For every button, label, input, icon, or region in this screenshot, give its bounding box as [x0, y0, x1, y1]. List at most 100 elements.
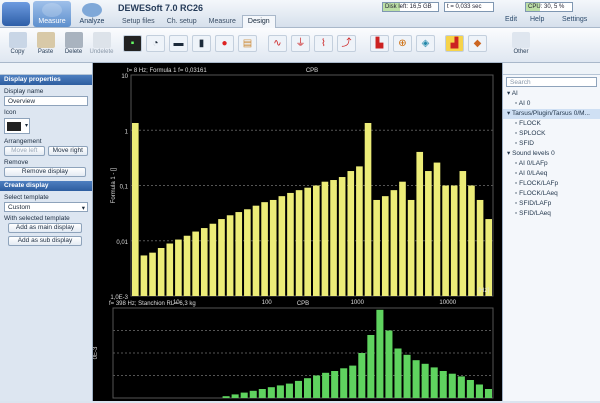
cpb-bar — [407, 199, 415, 296]
cpb-bar — [285, 383, 293, 398]
tree-item[interactable]: ▫ AI 0/LAeq — [503, 169, 600, 179]
tree-item[interactable]: ▫ AI 0 — [503, 99, 600, 109]
x-unit-label: [Hz] — [478, 288, 489, 294]
tree-group[interactable]: ▾ Tarsus/Plugin/Tarsus 0/M... — [503, 109, 600, 119]
xy-recorder-icon[interactable]: ⤴ — [337, 35, 356, 52]
move-right-button[interactable]: Move right — [47, 146, 88, 156]
cpb-bar — [403, 354, 411, 398]
cpb-bar — [149, 252, 156, 296]
cpb-bar — [433, 162, 441, 296]
cpb-display[interactable]: CPB t= 8 Hz; Formula 1 f= 0,03161 10 1 0,1 0,… — [93, 63, 502, 403]
horizontal-bar-icon[interactable]: ▬ — [169, 35, 188, 52]
cpb-bar — [330, 180, 337, 296]
help-button[interactable]: Help — [530, 16, 544, 23]
tree-item[interactable]: ▫ SFID/LAeq — [503, 209, 600, 219]
edit-button[interactable]: Edit — [505, 16, 517, 23]
cpu-status: CPU: 30, 5 % — [525, 2, 573, 12]
cpb-bar — [485, 219, 492, 296]
cpb-icon[interactable]: ▟ — [445, 35, 464, 52]
dewesoft-logo — [2, 2, 30, 26]
analog-meter-icon[interactable]: ◔ — [146, 35, 165, 52]
indicator-lamp-icon[interactable]: ● — [215, 35, 234, 52]
scope-icon[interactable]: ⌇ — [314, 35, 333, 52]
cpb-bar — [313, 375, 321, 398]
cpb-bar — [166, 243, 174, 296]
cpb-bar — [439, 371, 447, 398]
tab-bar: Setup files Ch. setup Measure Design — [116, 15, 276, 28]
remove-display-button[interactable]: Remove display — [4, 167, 86, 177]
tree-item[interactable]: ▫ AI 0/LAFp — [503, 159, 600, 169]
copy-button[interactable]: Copy — [5, 30, 30, 61]
cpb-bar — [484, 389, 492, 398]
display-name-field[interactable]: Overview — [4, 96, 88, 106]
chart-title: CPB — [306, 68, 318, 74]
cpb-bar — [381, 196, 389, 296]
y-tick-label: 0,1 — [120, 185, 129, 191]
chart-header: f= 398 Hz; Stanchion RL= 6,3 kg — [109, 301, 196, 307]
paste-button[interactable]: Paste — [33, 30, 58, 61]
cpb-bar — [416, 151, 424, 296]
search-input[interactable]: Search — [506, 77, 597, 87]
fft-icon[interactable]: ▙ — [370, 35, 389, 52]
trash-icon — [64, 32, 83, 48]
tree-item[interactable]: ▫ FLOCK/LAeq — [503, 189, 600, 199]
cpb-bar — [425, 171, 432, 296]
cpb-bar — [356, 166, 363, 296]
settings-button[interactable]: Settings — [562, 16, 587, 23]
template-select[interactable]: Custom ▾ — [4, 202, 88, 212]
tab-design[interactable]: Design — [241, 15, 276, 28]
3d-graph-icon[interactable]: ◈ — [416, 35, 435, 52]
measure-mode-button[interactable]: Measure — [33, 1, 71, 27]
x-tick-label: 100 — [262, 300, 273, 306]
undelete-button[interactable]: Undelete — [89, 30, 114, 61]
overview-icon[interactable]: ▤ — [238, 35, 257, 52]
orbit-icon[interactable]: ⊕ — [393, 35, 412, 52]
tree-item[interactable]: ▫ SFID — [503, 139, 600, 149]
tree-item[interactable]: ▫ FLOCK — [503, 119, 600, 129]
vertical-bar-icon[interactable]: ▮ — [192, 35, 211, 52]
icon-picker[interactable]: ▾ — [4, 118, 30, 134]
chevron-down-icon: ▾ — [81, 205, 85, 212]
cpb-bar — [430, 367, 438, 398]
cpb-3d-icon[interactable]: ◆ — [468, 35, 487, 52]
other-button[interactable]: Other — [507, 30, 535, 61]
x-tick-label: 10000 — [439, 300, 456, 306]
measure-icon — [42, 3, 62, 17]
cpb-bar — [476, 199, 484, 296]
cpb-bar — [222, 396, 230, 398]
tree-item[interactable]: ▫ SPLOCK — [503, 129, 600, 139]
cpb-bar — [385, 330, 393, 398]
cpb-bar — [258, 389, 266, 398]
cpb-bar — [421, 363, 429, 398]
create-display-header[interactable]: Create display — [0, 181, 92, 191]
display-properties-header[interactable]: Display properties — [0, 75, 92, 85]
tree-group[interactable]: ▾ AI — [503, 89, 600, 99]
cpb-bar — [140, 255, 148, 296]
cpb-bar — [276, 385, 284, 398]
add-sub-display-button[interactable]: Add as sub display — [8, 236, 82, 246]
digital-meter-icon[interactable]: ▪ — [123, 35, 142, 52]
recorder-icon[interactable]: ∿ — [268, 35, 287, 52]
cpb-bar — [269, 199, 277, 296]
tree-item[interactable]: ▫ SFID/LAFp — [503, 199, 600, 209]
cpb-bar — [347, 171, 355, 296]
tab-setup-files[interactable]: Setup files — [116, 15, 161, 28]
analyze-mode-button[interactable]: Analyze — [73, 1, 111, 27]
vertical-recorder-icon[interactable]: ⏚ — [291, 35, 310, 52]
cpb-bar — [157, 248, 165, 296]
cpb-bar — [399, 181, 406, 296]
other-icon — [512, 32, 530, 48]
tree-group[interactable]: ▾ Sound levels 0 — [503, 149, 600, 159]
y-axis-label: Formula 1 - [] — [111, 167, 117, 203]
tree-item[interactable]: ▫ FLOCK/LAFp — [503, 179, 600, 189]
cpb-bar — [240, 392, 248, 398]
delete-button[interactable]: Delete — [61, 30, 86, 61]
title-bar: Measure Analyze DEWESoft 7.0 RC26 Setup … — [0, 0, 600, 28]
tab-ch-setup[interactable]: Ch. setup — [161, 15, 203, 28]
move-left-button[interactable]: Move left — [4, 146, 45, 156]
display-preview-icon — [7, 122, 21, 131]
add-main-display-button[interactable]: Add as main display — [8, 223, 82, 233]
cpb-bar — [192, 231, 199, 296]
tab-measure[interactable]: Measure — [203, 15, 242, 28]
with-selected-label: With selected template — [4, 215, 70, 222]
